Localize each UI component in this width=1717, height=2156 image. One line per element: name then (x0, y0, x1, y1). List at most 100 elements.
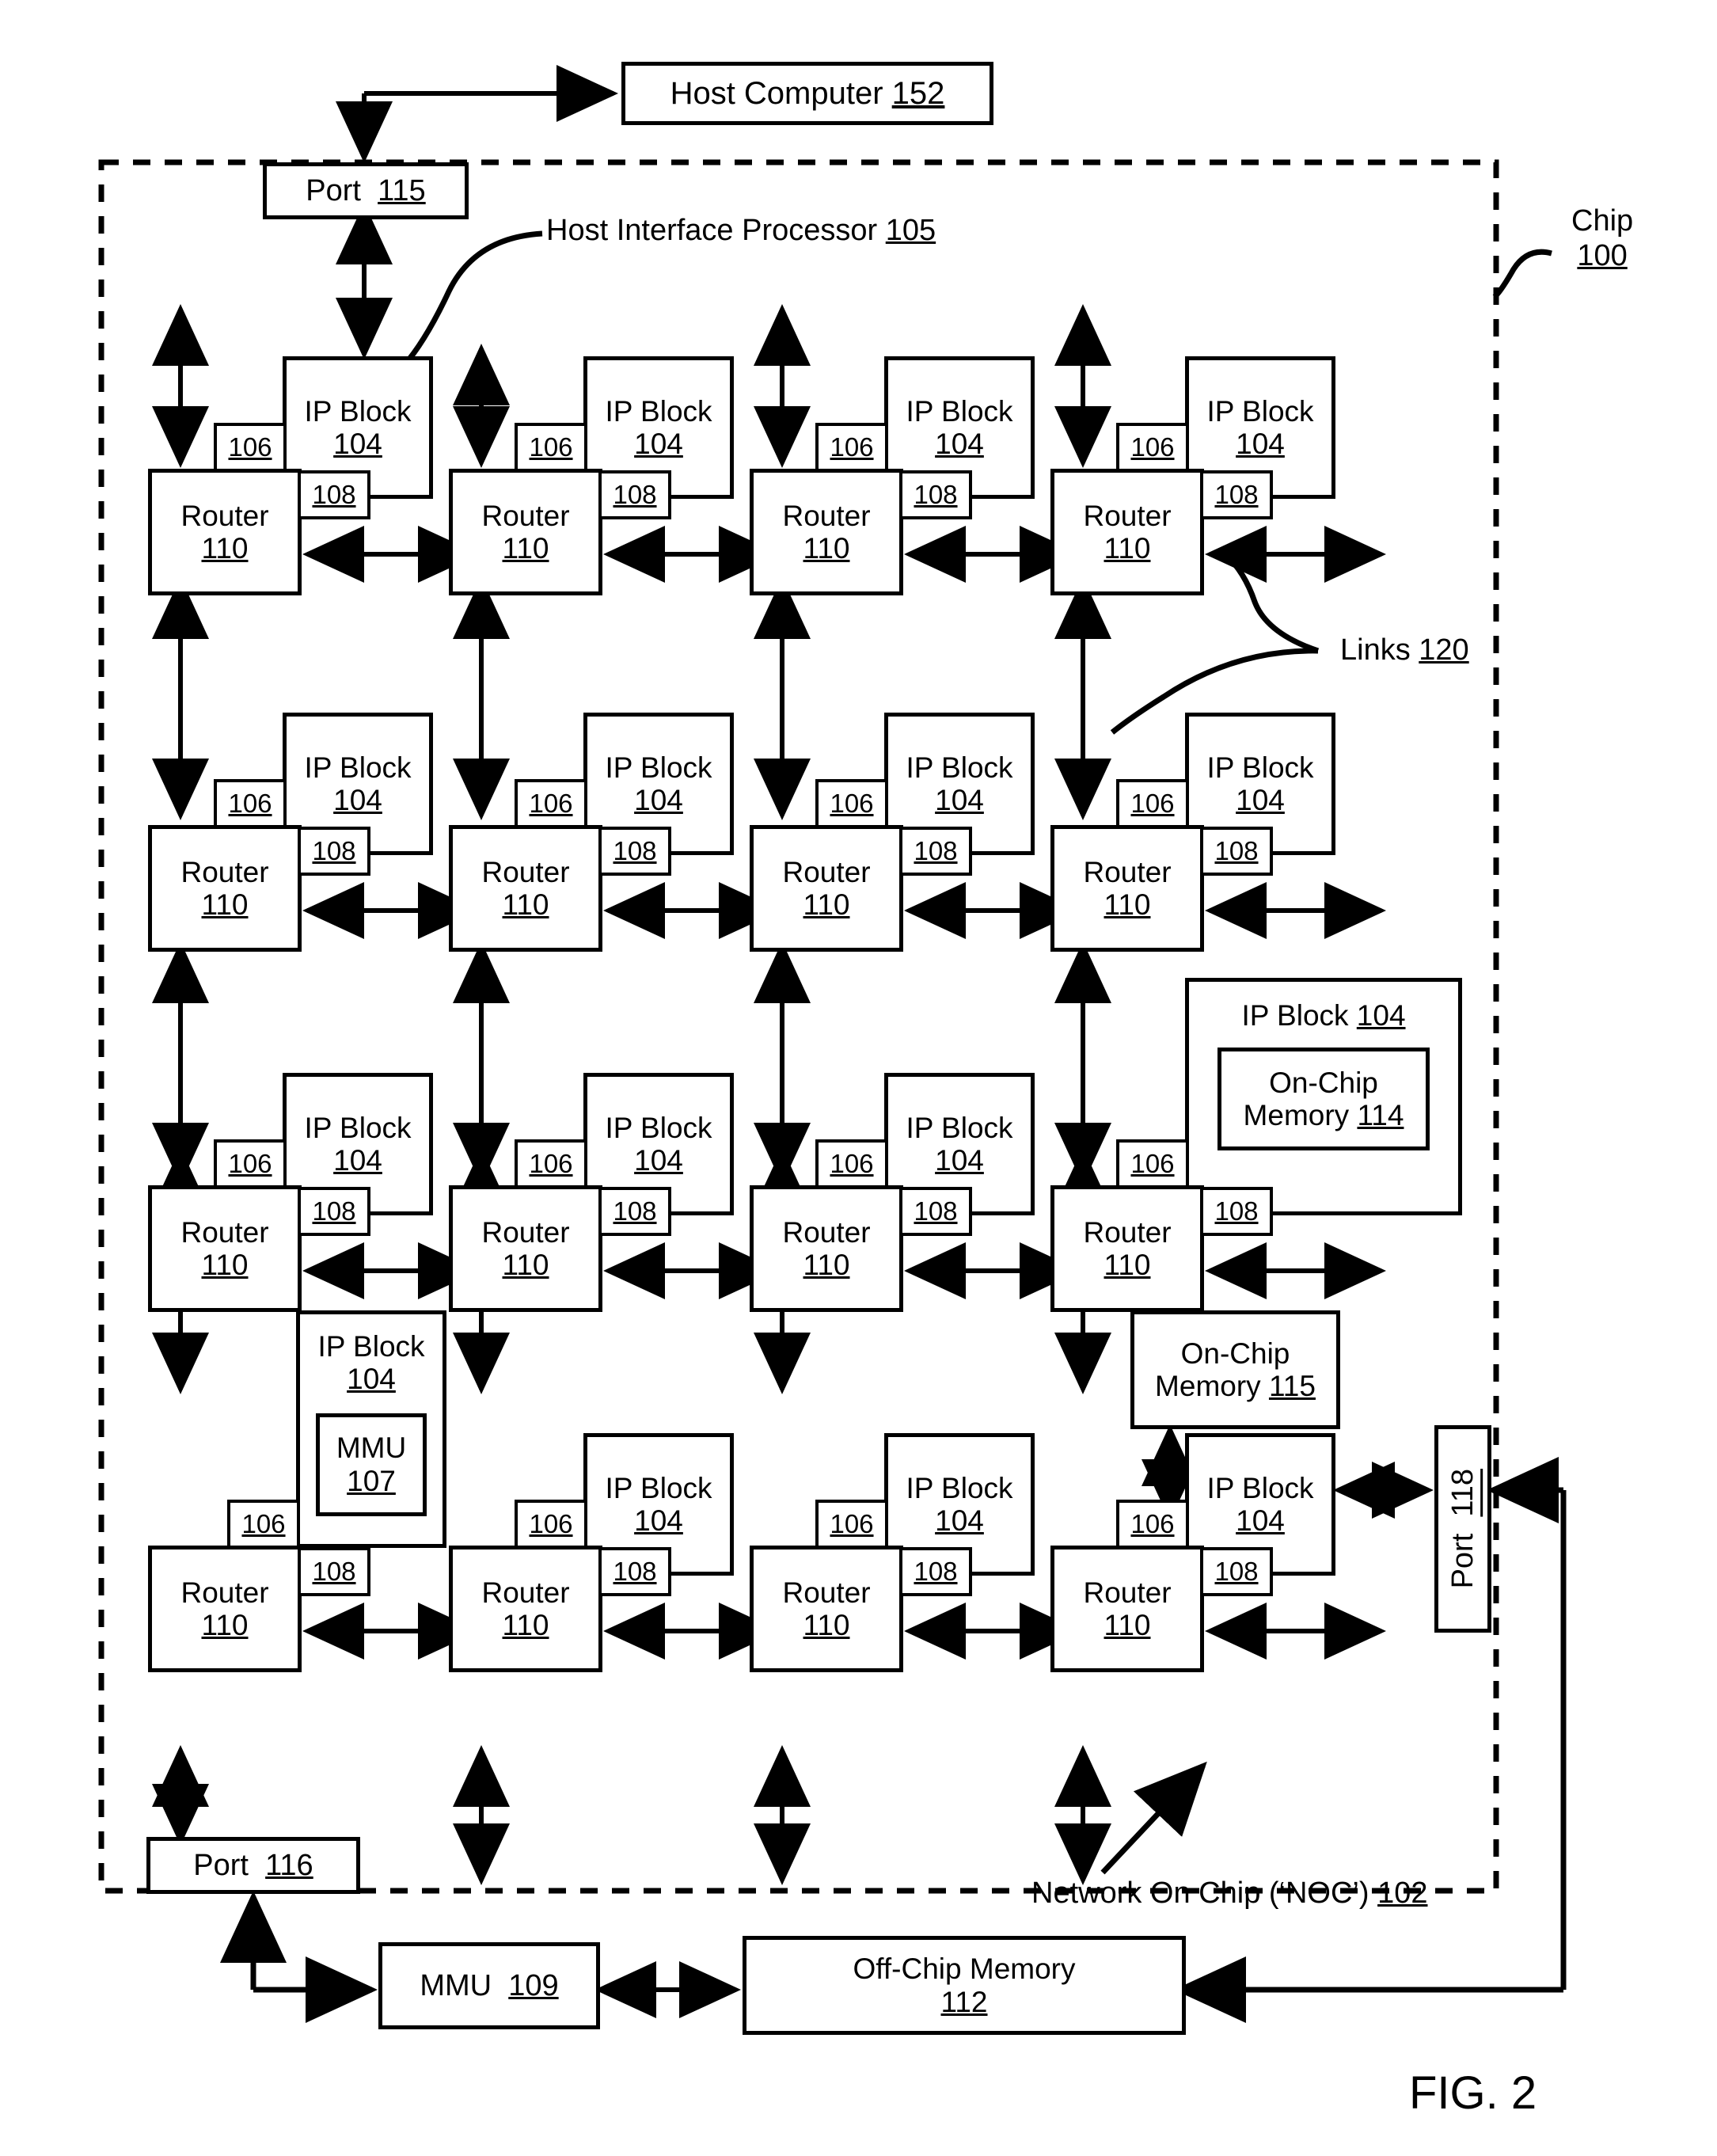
ip-block-label: IP Block (1241, 999, 1349, 1032)
router-r1c2[interactable]: Router 110 (449, 469, 602, 595)
ip-block-number: 104 (333, 784, 382, 816)
router-number: 110 (201, 532, 249, 565)
ip-block-number: 104 (333, 1144, 382, 1177)
router-r4c1[interactable]: Router 110 (148, 1546, 302, 1672)
on-chip-memory-114-label-1: On-Chip (1269, 1067, 1378, 1099)
router-r2c4[interactable]: Router 110 (1050, 825, 1204, 952)
ip-block-label: IP Block (1206, 394, 1314, 428)
port-118-box[interactable]: Port 118 (1434, 1425, 1491, 1633)
adapter-106-r3c4[interactable]: 106 (1116, 1139, 1189, 1188)
ip-block-number: 104 (634, 1144, 683, 1177)
port-116-box[interactable]: Port 116 (146, 1837, 360, 1894)
router-number: 110 (803, 532, 850, 565)
link-108-r4c1[interactable]: 108 (298, 1547, 370, 1596)
adapter-106-r1c3[interactable]: 106 (815, 423, 888, 472)
router-r4c2[interactable]: Router 110 (449, 1546, 602, 1672)
adapter-106-r4c2[interactable]: 106 (515, 1500, 587, 1549)
link-108-r3c1[interactable]: 108 (298, 1187, 370, 1236)
router-r3c1[interactable]: Router 110 (148, 1185, 302, 1312)
adapter-106-r1c4[interactable]: 106 (1116, 423, 1189, 472)
link-108-r1c2[interactable]: 108 (598, 470, 671, 519)
ip-block-label: IP Block (906, 1111, 1013, 1144)
router-r3c4[interactable]: Router 110 (1050, 1185, 1204, 1312)
ip-block-number: 104 (935, 1504, 984, 1537)
link-number: 108 (613, 1557, 657, 1586)
adapter-106-r4c3[interactable]: 106 (815, 1500, 888, 1549)
router-r3c3[interactable]: Router 110 (750, 1185, 903, 1312)
ip-block-label: IP Block (906, 751, 1013, 784)
link-108-r2c2[interactable]: 108 (598, 827, 671, 876)
link-108-r3c3[interactable]: 108 (899, 1187, 972, 1236)
router-label: Router (782, 1215, 871, 1249)
adapter-number: 106 (830, 1149, 874, 1178)
router-r2c1[interactable]: Router 110 (148, 825, 302, 952)
port-115-label: Port (306, 173, 361, 207)
link-108-r2c4[interactable]: 108 (1200, 827, 1273, 876)
host-computer-number: 152 (891, 75, 945, 111)
adapter-106-r1c1[interactable]: 106 (214, 423, 287, 472)
host-computer-box[interactable]: Host Computer 152 (621, 62, 993, 125)
mmu-107-box[interactable]: MMU 107 (316, 1413, 427, 1516)
ip-block-number: 104 (935, 784, 984, 816)
adapter-number: 106 (1130, 789, 1175, 818)
link-108-r3c2[interactable]: 108 (598, 1187, 671, 1236)
router-r4c3[interactable]: Router 110 (750, 1546, 903, 1672)
router-r1c3[interactable]: Router 110 (750, 469, 903, 595)
router-r1c1[interactable]: Router 110 (148, 469, 302, 595)
adapter-106-r4c1[interactable]: 106 (227, 1500, 300, 1549)
on-chip-memory-114-box[interactable]: On-Chip Memory 114 (1217, 1048, 1430, 1151)
adapter-106-r3c2[interactable]: 106 (515, 1139, 587, 1188)
adapter-106-r1c2[interactable]: 106 (515, 423, 587, 472)
link-number: 108 (613, 1196, 657, 1226)
router-label: Router (481, 1576, 570, 1609)
adapter-number: 106 (1130, 1149, 1175, 1178)
adapter-106-r2c4[interactable]: 106 (1116, 779, 1189, 828)
router-r4c4[interactable]: Router 110 (1050, 1546, 1204, 1672)
host-interface-processor-label: Host Interface Processor (546, 214, 878, 247)
link-108-r1c3[interactable]: 108 (899, 470, 972, 519)
adapter-number: 106 (228, 789, 272, 818)
link-108-r4c2[interactable]: 108 (598, 1547, 671, 1596)
adapter-106-r3c3[interactable]: 106 (815, 1139, 888, 1188)
adapter-106-r2c3[interactable]: 106 (815, 779, 888, 828)
adapter-number: 106 (830, 789, 874, 818)
port-115-box[interactable]: Port 115 (263, 162, 469, 219)
port-116-number: 116 (265, 1848, 313, 1882)
on-chip-memory-115-label-1: On-Chip (1180, 1337, 1290, 1370)
link-108-r1c1[interactable]: 108 (298, 470, 370, 519)
noc-number: 102 (1377, 1877, 1428, 1910)
router-number: 110 (1104, 888, 1151, 921)
router-label: Router (1083, 1215, 1172, 1249)
router-r1c4[interactable]: Router 110 (1050, 469, 1204, 595)
ip-block-r3c4[interactable]: IP Block 104 On-Chip Memory 114 (1185, 978, 1462, 1215)
chip-label: Chip (1571, 204, 1634, 238)
router-r2c3[interactable]: Router 110 (750, 825, 903, 952)
ip-block-label: IP Block (605, 1471, 712, 1504)
ip-block-number: 104 (1236, 784, 1285, 816)
link-108-r2c1[interactable]: 108 (298, 827, 370, 876)
router-label: Router (180, 1215, 269, 1249)
link-108-r3c4[interactable]: 108 (1200, 1187, 1273, 1236)
adapter-106-r3c1[interactable]: 106 (214, 1139, 287, 1188)
adapter-number: 106 (1130, 1509, 1175, 1538)
mmu-109-box[interactable]: MMU 109 (378, 1942, 600, 2029)
adapter-106-r4c4[interactable]: 106 (1116, 1500, 1189, 1549)
ip-block-number: 104 (935, 428, 984, 460)
router-label: Router (782, 855, 871, 888)
link-108-r1c4[interactable]: 108 (1200, 470, 1273, 519)
link-number: 108 (1214, 1557, 1259, 1586)
on-chip-memory-115-box[interactable]: On-Chip Memory 115 (1130, 1310, 1340, 1429)
host-interface-processor-number: 105 (885, 214, 936, 247)
adapter-106-r2c1[interactable]: 106 (214, 779, 287, 828)
link-108-r4c3[interactable]: 108 (899, 1547, 972, 1596)
link-108-r2c3[interactable]: 108 (899, 827, 972, 876)
ip-block-r4c1[interactable]: IP Block 104 MMU 107 (296, 1310, 446, 1548)
router-label: Router (481, 1215, 570, 1249)
router-r2c2[interactable]: Router 110 (449, 825, 602, 952)
router-r3c2[interactable]: Router 110 (449, 1185, 602, 1312)
on-chip-memory-114-number: 114 (1357, 1099, 1404, 1132)
adapter-number: 106 (529, 789, 573, 818)
link-108-r4c4[interactable]: 108 (1200, 1547, 1273, 1596)
off-chip-memory-box[interactable]: Off-Chip Memory 112 (743, 1936, 1186, 2035)
adapter-106-r2c2[interactable]: 106 (515, 779, 587, 828)
